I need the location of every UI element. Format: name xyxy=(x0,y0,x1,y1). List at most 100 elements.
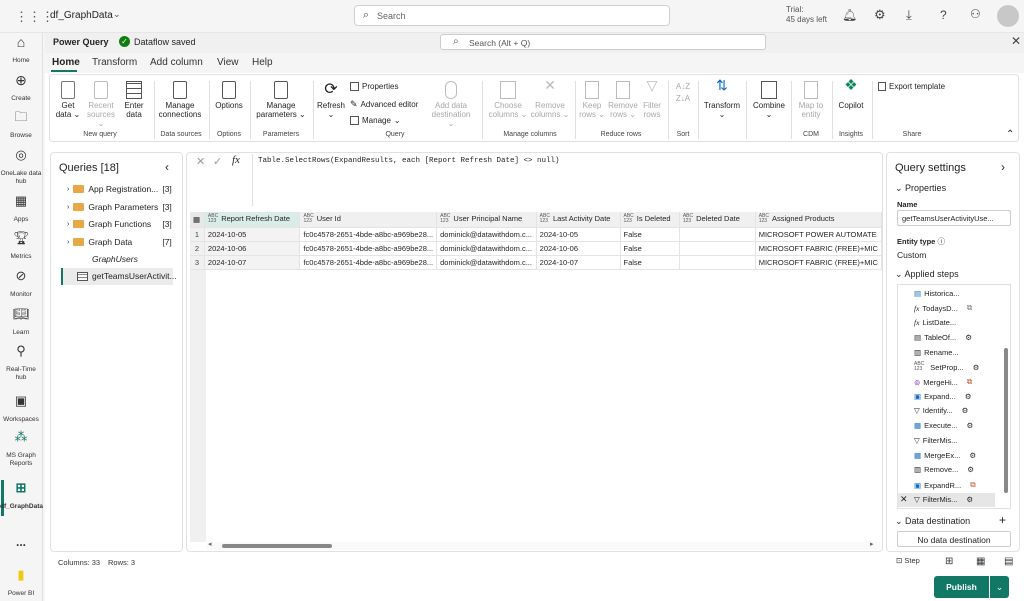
tab-home[interactable]: Home xyxy=(52,57,80,68)
query-name-input[interactable]: getTeamsUserActivityUse... xyxy=(897,210,1011,226)
copilot-button[interactable]: ❖ Copilot xyxy=(836,78,866,110)
table-cell[interactable] xyxy=(679,241,756,256)
gear-icon[interactable]: ⚙ xyxy=(966,495,973,504)
column-header[interactable]: ABC 123 Deleted Date xyxy=(679,212,756,228)
column-header[interactable]: ABC 123 Assigned Products xyxy=(755,212,883,228)
step-warning-icon[interactable]: ⧉ xyxy=(967,303,972,313)
share-people-icon[interactable]: ⚇ xyxy=(970,7,981,21)
rail-power-bi[interactable]: ▮ Power BI xyxy=(0,568,42,598)
table-cell[interactable] xyxy=(679,255,756,270)
table-cell[interactable]: fc0c4578-2651-4bde-a8bc-a969be28... xyxy=(299,241,438,256)
table-cell[interactable]: False xyxy=(620,241,680,256)
gear-icon[interactable]: ⚙ xyxy=(967,465,974,474)
column-header[interactable]: ABC 123 User Principal Name xyxy=(436,212,537,228)
table-cell[interactable]: False xyxy=(620,227,680,242)
export-template-button[interactable]: Export template xyxy=(878,82,945,91)
table-cell[interactable]: dominick@datawithdom.c... xyxy=(436,241,537,256)
combine-button[interactable]: Combine ⌄ xyxy=(750,81,788,119)
query-group-app-registration[interactable]: › App Registration... [3] xyxy=(67,184,185,194)
tab-view[interactable]: View xyxy=(217,57,239,68)
applied-step[interactable]: ABC 123 SetProp... ⚙ xyxy=(914,362,979,372)
app-launcher-icon[interactable]: ⋮⋮⋮ xyxy=(15,9,54,25)
scroll-right-icon[interactable]: ▸ xyxy=(870,540,874,548)
pq-search-input[interactable]: ⌕ Search (Alt + Q) xyxy=(440,34,766,50)
column-header[interactable]: ABC 123 Is Deleted xyxy=(620,212,680,228)
table-cell[interactable]: 2024-10-07 xyxy=(536,255,621,270)
table-cell[interactable]: 2024-10-05 xyxy=(536,227,621,242)
remove-rows-button[interactable]: Remove rows ⌄ xyxy=(608,81,638,119)
collapse-panel-icon[interactable]: ‹ xyxy=(165,160,169,174)
filter-rows-button[interactable]: ▽ Filter rows xyxy=(640,78,664,119)
table-cell[interactable]: fc0c4578-2651-4bde-a8bc-a969be28... xyxy=(299,255,438,270)
schema-view-icon[interactable]: ▤ xyxy=(1004,556,1013,567)
table-cell[interactable]: MICROSOFT FABRIC (FREE)+MIC xyxy=(755,255,883,270)
row-number[interactable]: 1 xyxy=(190,227,205,242)
row-number[interactable]: 2 xyxy=(190,241,205,256)
applied-step[interactable]: ▽ FilterMis... xyxy=(914,436,957,445)
table-cell[interactable]: dominick@datawithdom.c... xyxy=(436,255,537,270)
step-warning-icon[interactable]: ⧉ xyxy=(967,377,972,387)
enter-data-button[interactable]: Enter data xyxy=(120,81,148,119)
applied-step[interactable]: ▽ Identify... ⚙ xyxy=(914,406,968,415)
gear-icon[interactable]: ⚙ xyxy=(962,406,969,415)
tab-add-column[interactable]: Add column xyxy=(150,57,203,68)
manage-connections-button[interactable]: Manage connections xyxy=(156,81,204,119)
applied-step-selected[interactable]: ▽ FilterMis... ⚙ xyxy=(914,495,973,504)
rail-apps[interactable]: ▦ Apps xyxy=(0,194,42,224)
info-icon[interactable]: ⓘ xyxy=(937,237,945,246)
applied-step[interactable]: ▤ Historica... xyxy=(914,289,960,298)
collapse-settings-icon[interactable]: › xyxy=(1001,160,1005,174)
applied-step[interactable]: ▦ MergeEx... ⚙ xyxy=(914,451,976,460)
sort-buttons[interactable]: A↓Z Z↓A xyxy=(672,81,694,105)
applied-step[interactable]: ▥ Rename... xyxy=(914,348,959,357)
bell-icon[interactable]: 🔔︎ xyxy=(842,8,857,22)
choose-columns-button[interactable]: Choose columns ⌄ xyxy=(488,81,528,119)
applied-step[interactable]: fx ListDate... xyxy=(914,318,956,327)
table-cell[interactable]: dominick@datawithdom.c... xyxy=(436,227,537,242)
table-view-icon[interactable]: ▦ xyxy=(976,556,985,567)
applied-step[interactable]: fx TodaysD... ⧉ xyxy=(914,303,972,313)
recent-sources-button[interactable]: Recent sources ⌄ xyxy=(84,81,118,128)
column-header[interactable]: ABC 123 User Id xyxy=(299,212,438,228)
select-all-cell[interactable]: ▦ xyxy=(190,212,205,228)
gear-icon[interactable]: ⚙ xyxy=(874,7,886,23)
query-group-graph-parameters[interactable]: › Graph Parameters [3] xyxy=(67,202,185,212)
row-number[interactable]: 3 xyxy=(190,255,205,270)
rail-home[interactable]: ⌂ Home xyxy=(0,35,42,65)
sort-ascending-icon[interactable]: A↓Z xyxy=(672,81,694,93)
gear-icon[interactable]: ⚙ xyxy=(969,451,976,460)
add-data-destination-button[interactable]: Add data destination ⌄ xyxy=(428,81,474,128)
get-data-button[interactable]: Get data ⌄ xyxy=(54,81,82,119)
table-cell[interactable]: 2024-10-06 xyxy=(204,241,301,256)
table-cell[interactable]: 2024-10-07 xyxy=(204,255,301,270)
applied-step[interactable]: ⊚ MergeHi... ⧉ xyxy=(914,377,972,387)
add-destination-icon[interactable]: + xyxy=(999,513,1006,527)
sort-descending-icon[interactable]: Z↓A xyxy=(672,93,694,105)
steps-scrollbar-thumb[interactable] xyxy=(1004,348,1008,493)
applied-step[interactable]: ▦ Execute... ⚙ xyxy=(914,421,973,430)
horizontal-scrollbar[interactable]: ◂ ▸ xyxy=(206,540,880,550)
map-to-entity-button[interactable]: Map to entity xyxy=(794,81,828,119)
column-header[interactable]: ABC 123 Last Activity Date xyxy=(536,212,621,228)
rail-metrics[interactable]: 🏆︎ Metrics xyxy=(0,231,42,261)
column-header[interactable]: ABC 123 Report Refresh Date xyxy=(204,212,301,228)
query-getteamsuseractivity[interactable]: getTeamsUserActivit... xyxy=(77,271,195,281)
table-cell[interactable]: 2024-10-05 xyxy=(204,227,301,242)
applied-step[interactable]: ▣ Expand... ⚙ xyxy=(914,392,972,401)
applied-steps-section[interactable]: ⌄ Applied steps xyxy=(895,269,959,280)
properties-button[interactable]: Properties xyxy=(350,82,398,91)
transform-button[interactable]: ⇅ Transform ⌄ xyxy=(702,78,742,119)
formula-bar[interactable]: Table.SelectRows(ExpandResults, each [Re… xyxy=(252,154,877,206)
scroll-left-icon[interactable]: ◂ xyxy=(208,540,212,548)
rail-workspaces[interactable]: ▣ Workspaces xyxy=(0,394,42,424)
collapse-ribbon-icon[interactable]: ⌃ xyxy=(1006,129,1014,140)
table-cell[interactable]: MICROSOFT POWER AUTOMATE xyxy=(755,227,883,242)
query-group-graph-data[interactable]: › Graph Data [7] xyxy=(67,237,185,247)
applied-step[interactable]: ▤ TableOf... ⚙ xyxy=(914,333,972,342)
chevron-down-icon[interactable]: ⌄ xyxy=(113,9,121,20)
fx-icon[interactable]: fx xyxy=(232,154,240,166)
data-destination-section[interactable]: ⌄ Data destination xyxy=(895,516,970,527)
options-button[interactable]: Options xyxy=(212,81,246,110)
table-cell[interactable]: 2024-10-06 xyxy=(536,241,621,256)
advanced-editor-button[interactable]: ✎ Advanced editor xyxy=(350,99,418,110)
